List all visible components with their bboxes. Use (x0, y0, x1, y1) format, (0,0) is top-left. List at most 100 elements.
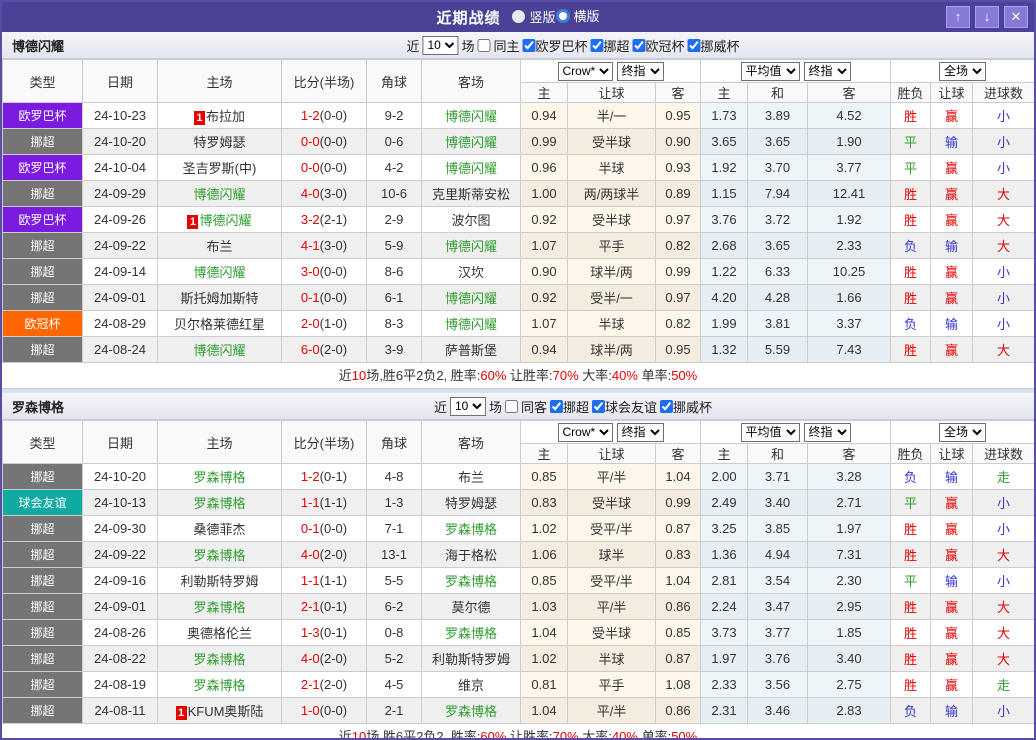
league-filter[interactable]: 球会友谊 (592, 397, 657, 416)
games-count-select[interactable]: 10 (422, 35, 459, 55)
odds-handicap: 受半球 (567, 206, 656, 233)
home-team: 1 博德闪耀 (157, 206, 282, 233)
match-date: 24-08-24 (82, 336, 158, 363)
away-team-name: 特罗姆瑟 (444, 496, 497, 511)
league-filter[interactable]: 欧冠杯 (632, 36, 685, 55)
league-checkbox[interactable] (660, 399, 674, 413)
result-handicap: 赢 (930, 541, 974, 568)
league-filter[interactable]: 欧罗巴杯 (522, 36, 588, 55)
avg-away: 7.43 (806, 336, 892, 363)
odds-away: 1.08 (655, 671, 701, 698)
away-team: 波尔图 (421, 206, 521, 233)
league-checkbox[interactable] (687, 38, 701, 52)
away-team: 罗森博格 (421, 619, 521, 646)
home-team-name: 特罗姆瑟 (193, 135, 246, 150)
avg-source-select[interactable]: 平均值 (740, 61, 800, 81)
avg-draw: 3.46 (747, 697, 808, 724)
odds-final-select[interactable]: 终指 (616, 61, 664, 81)
away-team-name: 罗森博格 (444, 704, 497, 719)
result-winlose: 平 (890, 154, 932, 181)
result-goals: 小 (972, 102, 1034, 129)
league-filter[interactable]: 挪超 (590, 36, 630, 55)
avg-draw: 4.94 (747, 541, 808, 568)
away-team-name: 博德闪耀 (444, 161, 497, 176)
result-goals: 大 (972, 645, 1034, 672)
avg-home: 2.81 (700, 567, 748, 594)
avg-home: 1.15 (700, 180, 748, 207)
match-date: 24-09-22 (82, 232, 158, 259)
move-up-button[interactable]: ↑ (946, 6, 970, 28)
away-team: 罗森博格 (421, 515, 521, 542)
away-team: 克里斯蒂安松 (421, 180, 521, 207)
result-handicap: 输 (930, 128, 974, 155)
avg-draw: 3.40 (747, 489, 808, 516)
corner-score: 3-9 (366, 336, 422, 363)
match-type-badge: 挪超 (2, 697, 83, 724)
avg-away: 2.83 (806, 697, 892, 724)
odds-source-select[interactable]: Crow* (557, 61, 613, 81)
result-goals: 大 (972, 593, 1034, 620)
match-row: 挪超 24-09-30 桑德菲杰 0-1(0-0) 7-1 罗森博格 1.02 受平/半 0.8… (2, 515, 1034, 542)
odds-handicap: 半球 (567, 310, 656, 337)
summary-text: 60% (480, 368, 507, 383)
close-button[interactable]: ✕ (1004, 6, 1028, 28)
home-team: 1 KFUM奥斯陆 (157, 697, 282, 724)
odds-final-select[interactable]: 终指 (616, 422, 664, 442)
avg-source-select[interactable]: 平均值 (740, 422, 800, 442)
match-date: 24-10-20 (82, 463, 158, 490)
odds-source-select[interactable]: Crow* (557, 422, 613, 442)
odds-handicap: 平/半 (567, 593, 656, 620)
layout-mode-radio-1[interactable]: 横版 (555, 6, 600, 25)
league-checkbox[interactable] (632, 38, 646, 52)
fulltime-score: 0-1 (300, 521, 320, 536)
same-venue-checkbox[interactable] (504, 399, 518, 413)
odds-home: 1.04 (520, 619, 568, 646)
league-filter[interactable]: 挪超 (550, 397, 589, 416)
result-goals: 走 (972, 463, 1034, 490)
odds-away: 1.04 (655, 463, 701, 490)
sub-header-3: 主 (700, 443, 748, 464)
away-team: 萨普斯堡 (421, 336, 521, 363)
league-filter[interactable]: 挪威杯 (660, 397, 712, 416)
league-checkbox[interactable] (522, 38, 536, 52)
avg-final-select[interactable]: 终指 (803, 61, 851, 81)
sub-header-0: 主 (520, 443, 568, 464)
same-venue-checkbox[interactable] (477, 38, 491, 52)
avg-away: 1.90 (806, 128, 892, 155)
avg-draw: 6.33 (747, 258, 808, 285)
fulltime-score: 4-0 (300, 651, 320, 666)
summary-text: 大率: (578, 368, 612, 383)
result-goals: 大 (972, 336, 1034, 363)
odds-handicap: 平/半 (567, 463, 656, 490)
fulltime-score: 1-2 (300, 108, 320, 123)
home-team: 利勒斯特罗姆 (157, 567, 282, 594)
result-handicap: 赢 (930, 206, 974, 233)
match-score: 3-0(0-0) (281, 258, 367, 285)
fullmatch-select[interactable]: 全场 (939, 61, 987, 81)
avg-draw: 3.77 (747, 619, 808, 646)
move-down-button[interactable]: ↓ (975, 6, 999, 28)
league-checkbox[interactable] (590, 38, 604, 52)
col-header-0: 类型 (2, 59, 83, 103)
odds-handicap: 受平/半 (567, 515, 656, 542)
header-dropdown-group: 平均值 终指 (699, 59, 892, 83)
home-team-name: 布拉加 (205, 109, 245, 124)
match-score: 1-3(0-1) (281, 619, 367, 646)
league-filter[interactable]: 挪威杯 (687, 36, 740, 55)
avg-final-select[interactable]: 终指 (803, 422, 851, 442)
avg-home: 1.73 (700, 102, 748, 129)
titlebar-center: 近期战绩 竖版 横版 (2, 6, 1034, 28)
match-score: 1-2(0-0) (281, 102, 367, 129)
league-label: 挪超 (603, 38, 630, 54)
match-type-badge: 挪超 (2, 567, 83, 594)
summary-row: 近10场,胜6平2负2, 胜率:60% 让胜率:70% 大率:40% 单率:50… (2, 724, 1034, 738)
sub-header-4: 和 (747, 443, 808, 464)
avg-away: 3.40 (806, 645, 892, 672)
away-team-name: 罗森博格 (444, 574, 497, 589)
fullmatch-select[interactable]: 全场 (939, 422, 987, 442)
match-type-badge: 挪超 (2, 258, 83, 285)
league-checkbox[interactable] (592, 399, 606, 413)
layout-mode-radio-0[interactable]: 竖版 (512, 7, 556, 26)
league-checkbox[interactable] (550, 399, 563, 413)
games-count-select[interactable]: 10 (449, 396, 486, 416)
